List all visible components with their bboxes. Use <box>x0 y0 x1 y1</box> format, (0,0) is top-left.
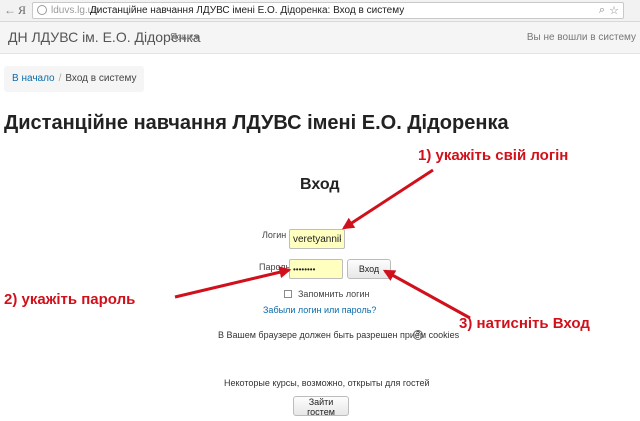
arrow-to-password <box>174 266 292 299</box>
arrow-to-username <box>341 168 434 230</box>
annotation-arrows <box>174 168 471 320</box>
arrow-to-login-button <box>382 269 471 320</box>
